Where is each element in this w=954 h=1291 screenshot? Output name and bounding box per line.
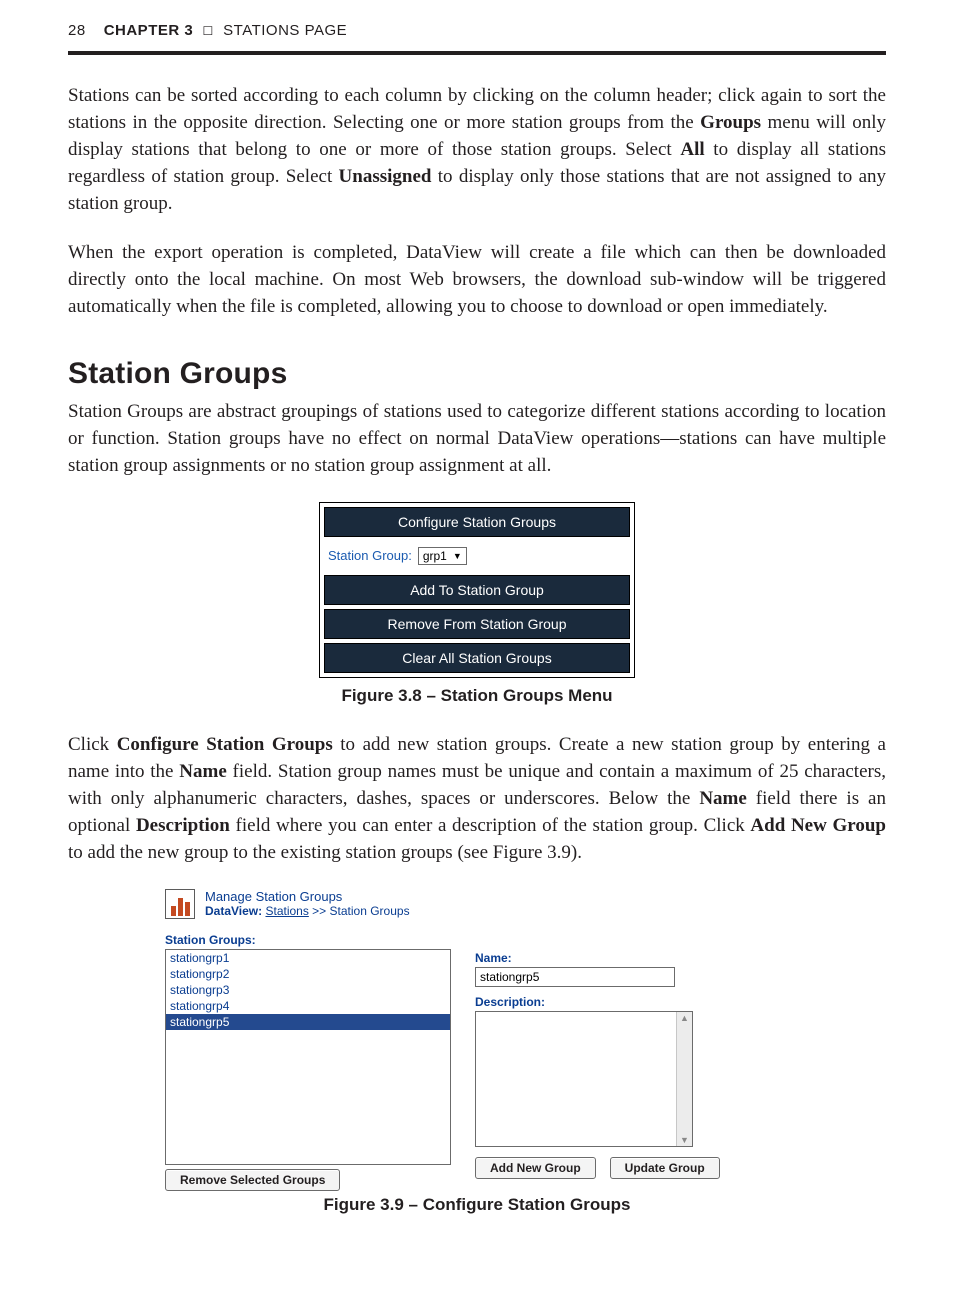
figure-3-9-caption: Figure 3.9 – Configure Station Groups (68, 1195, 886, 1215)
divider-square-icon: ☐ (203, 24, 214, 38)
breadcrumb-app: DataView: (205, 904, 262, 918)
name-keyword: Name (179, 761, 226, 782)
page-number: 28 (68, 22, 86, 39)
text: field where you can enter a description … (230, 815, 751, 836)
update-group-button[interactable]: Update Group (610, 1157, 720, 1179)
section-label: STATIONS PAGE (223, 22, 347, 39)
breadcrumb-tail: >> Station Groups (309, 904, 410, 918)
station-group-select-value: grp1 (423, 549, 447, 563)
configure-station-groups-keyword: Configure Station Groups (117, 734, 333, 755)
dataview-logo-icon (165, 889, 195, 919)
paragraph-1: Stations can be sorted according to each… (68, 83, 886, 218)
name-label: Name: (475, 951, 789, 965)
scroll-up-icon[interactable]: ▲ (677, 1012, 692, 1024)
figure-header: Manage Station Groups DataView: Stations… (165, 889, 789, 919)
all-keyword: All (680, 139, 704, 160)
chevron-down-icon: ▼ (453, 551, 462, 561)
scrollbar[interactable]: ▲ ▼ (676, 1012, 692, 1146)
list-item[interactable]: stationgrp3 (166, 982, 450, 998)
name-keyword-2: Name (699, 788, 746, 809)
add-to-station-group-button[interactable]: Add To Station Group (324, 575, 630, 605)
station-group-label: Station Group: (328, 548, 412, 563)
list-item[interactable]: stationgrp2 (166, 966, 450, 982)
paragraph-2: When the export operation is completed, … (68, 240, 886, 321)
figure-3-8-caption: Figure 3.8 – Station Groups Menu (68, 686, 886, 706)
figure-station-groups-menu: Configure Station Groups Station Group: … (319, 502, 635, 678)
list-item[interactable]: stationgrp1 (166, 950, 450, 966)
paragraph-3: Station Groups are abstract groupings of… (68, 399, 886, 480)
paragraph-4: Click Configure Station Groups to add ne… (68, 732, 886, 867)
description-textarea[interactable]: ▲ ▼ (475, 1011, 693, 1147)
unassigned-keyword: Unassigned (339, 166, 432, 187)
name-input[interactable]: stationgrp5 (475, 967, 675, 987)
section-title-station-groups: Station Groups (68, 357, 886, 391)
text: to add the new group to the existing sta… (68, 842, 582, 863)
breadcrumb-stations-link[interactable]: Stations (265, 904, 308, 918)
window-title: Manage Station Groups (205, 889, 410, 904)
chapter-label: CHAPTER 3 (104, 22, 194, 39)
list-item[interactable]: stationgrp4 (166, 998, 450, 1014)
add-new-group-button[interactable]: Add New Group (475, 1157, 596, 1179)
description-keyword: Description (136, 815, 230, 836)
configure-station-groups-button[interactable]: Configure Station Groups (324, 507, 630, 537)
groups-keyword: Groups (700, 112, 761, 133)
scroll-down-icon[interactable]: ▼ (677, 1134, 692, 1146)
remove-from-station-group-button[interactable]: Remove From Station Group (324, 609, 630, 639)
station-groups-listbox[interactable]: stationgrp1 stationgrp2 stationgrp3 stat… (165, 949, 451, 1165)
running-header: 28 CHAPTER 3 ☐ STATIONS PAGE (68, 22, 886, 39)
clear-all-station-groups-button[interactable]: Clear All Station Groups (324, 643, 630, 673)
breadcrumb: DataView: Stations >> Station Groups (205, 904, 410, 918)
remove-selected-groups-button[interactable]: Remove Selected Groups (165, 1169, 340, 1191)
header-rule (68, 51, 886, 55)
figure-manage-station-groups: Manage Station Groups DataView: Stations… (165, 889, 789, 1187)
add-new-group-keyword: Add New Group (750, 815, 886, 836)
station-group-selector-row: Station Group: grp1 ▼ (320, 541, 634, 571)
description-label: Description: (475, 995, 789, 1009)
text: Click (68, 734, 117, 755)
list-item-selected[interactable]: stationgrp5 (166, 1014, 450, 1030)
station-groups-label: Station Groups: (165, 933, 451, 947)
station-group-select[interactable]: grp1 ▼ (418, 547, 467, 565)
